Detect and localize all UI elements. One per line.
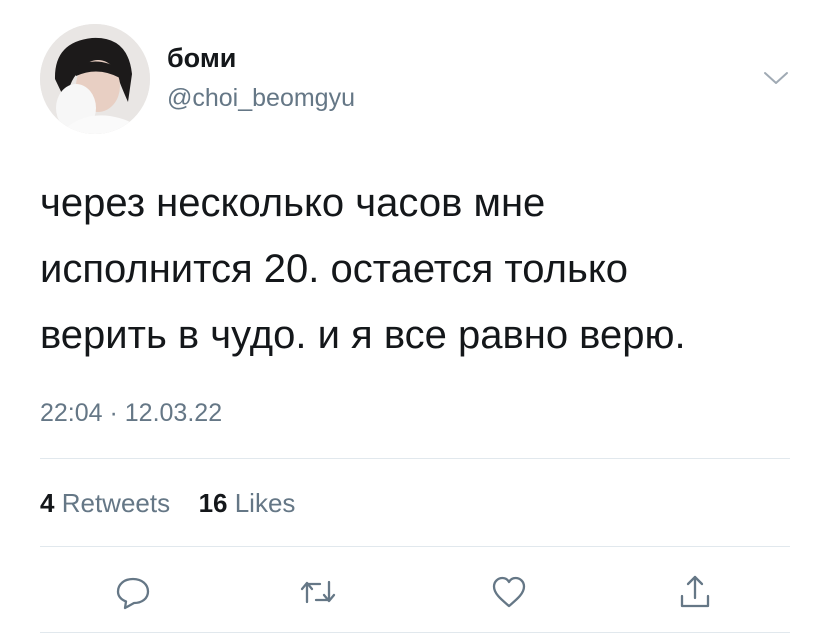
- retweet-icon: [300, 580, 336, 604]
- share-icon: [680, 575, 710, 608]
- display-name[interactable]: боми: [167, 40, 236, 76]
- tweet-text-line: верить в чудо. и я все равно верю.: [40, 313, 686, 357]
- share-button[interactable]: [675, 572, 715, 612]
- divider: [40, 632, 790, 633]
- user-handle[interactable]: @choi_beomgyu: [167, 82, 355, 114]
- likes-label: Likes: [234, 488, 296, 518]
- tweet-card: боми @choi_beomgyu через несколько часов…: [0, 0, 828, 635]
- retweets-count: 4: [40, 488, 55, 518]
- comment-icon: [116, 577, 150, 610]
- likes-count: 16: [198, 488, 228, 518]
- tweet-text: через несколько часов мне исполнится 20.…: [40, 170, 800, 368]
- tweet-stats: 4 Retweets 16 Likes: [40, 485, 295, 521]
- like-button[interactable]: [489, 572, 529, 612]
- divider: [40, 546, 790, 547]
- reply-button[interactable]: [113, 572, 153, 612]
- tweet-text-line: через несколько часов мне: [40, 181, 546, 225]
- chevron-down-icon[interactable]: [762, 68, 790, 88]
- tweet-text-line: исполнится 20. остается только: [40, 247, 629, 291]
- retweets-label: Retweets: [61, 488, 171, 518]
- likes-stat[interactable]: 16 Likes: [199, 488, 296, 518]
- divider: [40, 458, 790, 459]
- avatar-photo: [40, 24, 150, 134]
- avatar[interactable]: [40, 24, 150, 134]
- tweet-timestamp[interactable]: 22:04 · 12.03.22: [40, 396, 222, 430]
- retweet-button[interactable]: [298, 572, 338, 612]
- heart-icon: [492, 576, 526, 608]
- retweets-stat[interactable]: 4 Retweets: [40, 488, 177, 518]
